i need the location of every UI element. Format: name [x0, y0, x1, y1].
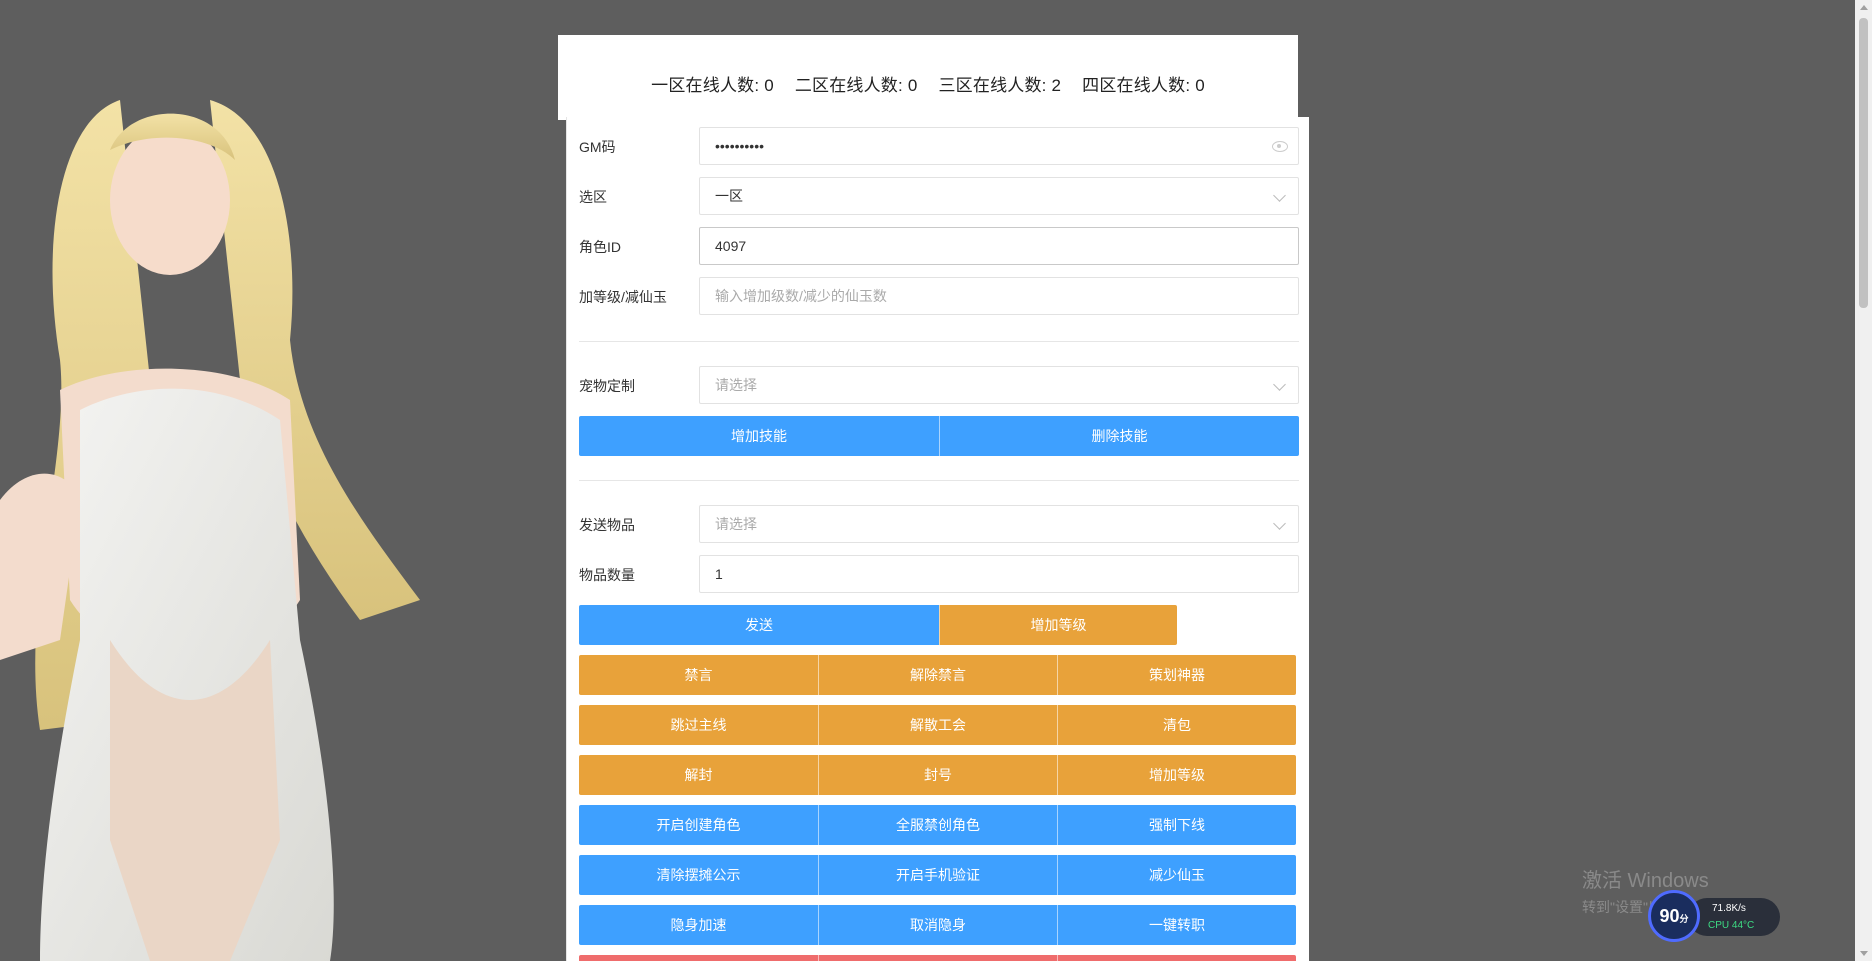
add-level-button[interactable]: 增加等级 — [939, 605, 1177, 645]
add-skill-button[interactable]: 增加技能 — [579, 416, 939, 456]
disband-guild-button[interactable]: 解散工会 — [818, 705, 1057, 745]
divider — [579, 480, 1299, 481]
zone-label: 选区 — [579, 189, 607, 205]
unmute-button[interactable]: 解除禁言 — [818, 655, 1057, 695]
enable-phone-verify-button[interactable]: 开启手机验证 — [818, 855, 1057, 895]
pet-row: 宠物定制 请选择 — [579, 366, 1301, 406]
zone3-online: 三区在线人数: 2 — [938, 76, 1062, 95]
action-button-partial[interactable] — [818, 955, 1057, 961]
cancel-stealth-button[interactable]: 取消隐身 — [818, 905, 1057, 945]
role-id-label: 角色ID — [579, 239, 621, 255]
zone-row: 选区 一区 — [579, 177, 1301, 217]
send-button-group: 发送 增加等级 — [579, 605, 1177, 645]
item-select[interactable]: 请选择 — [699, 505, 1299, 543]
scrollbar-thumb[interactable] — [1859, 18, 1868, 308]
unban-button[interactable]: 解封 — [579, 755, 818, 795]
gm-code-label: GM码 — [579, 139, 616, 155]
send-button[interactable]: 发送 — [579, 605, 939, 645]
scroll-up-arrow-icon[interactable] — [1860, 5, 1868, 10]
skill-button-group: 增加技能 删除技能 — [579, 416, 1299, 456]
action-row-6: 隐身加速 取消隐身 一键转职 — [579, 905, 1296, 945]
score-badge: 90分 — [1648, 890, 1700, 942]
add-level-button-2[interactable]: 增加等级 — [1057, 755, 1296, 795]
item-label: 发送物品 — [579, 517, 635, 533]
action-row-3: 解封 封号 增加等级 — [579, 755, 1296, 795]
network-speed: 71.8K/s — [1712, 903, 1746, 914]
level-jade-input[interactable]: 输入增加级数/减少的仙玉数 — [699, 277, 1299, 315]
chevron-down-icon — [1273, 189, 1286, 202]
item-qty-label: 物品数量 — [579, 567, 635, 583]
clear-bag-button[interactable]: 清包 — [1057, 705, 1296, 745]
stealth-speed-button[interactable]: 隐身加速 — [579, 905, 818, 945]
one-click-transfer-button[interactable]: 一键转职 — [1057, 905, 1296, 945]
level-jade-label: 加等级/减仙玉 — [579, 289, 667, 305]
action-button-partial[interactable] — [579, 955, 818, 961]
perf-stats: 71.8K/s CPU 44°C — [1688, 898, 1780, 936]
zone-select[interactable]: 一区 — [699, 177, 1299, 215]
level-jade-row: 加等级/减仙玉 输入增加级数/减少的仙玉数 — [579, 277, 1301, 317]
divider — [579, 341, 1299, 342]
chevron-down-icon — [1273, 517, 1286, 530]
action-row-2: 跳过主线 解散工会 清包 — [579, 705, 1296, 745]
character-illustration — [0, 100, 420, 961]
page-scrollbar[interactable] — [1855, 0, 1872, 961]
chevron-down-icon — [1273, 378, 1286, 391]
enable-create-role-button[interactable]: 开启创建角色 — [579, 805, 818, 845]
force-offline-button[interactable]: 强制下线 — [1057, 805, 1296, 845]
remove-skill-button[interactable]: 删除技能 — [939, 416, 1299, 456]
action-row-7-partial — [579, 955, 1296, 961]
online-stats: 一区在线人数: 0 二区在线人数: 0 三区在线人数: 2 四区在线人数: 0 — [558, 71, 1298, 96]
item-qty-input[interactable]: 1 — [699, 555, 1299, 593]
clear-stall-notice-button[interactable]: 清除摆摊公示 — [579, 855, 818, 895]
online-stats-panel: 一区在线人数: 0 二区在线人数: 0 三区在线人数: 2 四区在线人数: 0 — [558, 35, 1298, 120]
gm-code-input[interactable]: •••••••••• — [699, 127, 1299, 165]
reduce-jade-button[interactable]: 减少仙玉 — [1057, 855, 1296, 895]
mute-button[interactable]: 禁言 — [579, 655, 818, 695]
scroll-down-arrow-icon[interactable] — [1860, 951, 1868, 956]
ban-button[interactable]: 封号 — [818, 755, 1057, 795]
role-id-row: 角色ID 4097 — [579, 227, 1301, 267]
action-row-5: 清除摆摊公示 开启手机验证 减少仙玉 — [579, 855, 1296, 895]
zone2-online: 二区在线人数: 0 — [794, 76, 918, 95]
action-button-partial[interactable] — [1057, 955, 1296, 961]
item-row: 发送物品 请选择 — [579, 505, 1301, 545]
action-row-4: 开启创建角色 全服禁创角色 强制下线 — [579, 805, 1296, 845]
performance-widget[interactable]: 71.8K/s CPU 44°C 90分 — [1648, 890, 1780, 942]
cpu-temp: CPU 44°C — [1708, 920, 1755, 931]
pet-label: 宠物定制 — [579, 378, 635, 394]
action-row-1: 禁言 解除禁言 策划神器 — [579, 655, 1296, 695]
eye-icon[interactable] — [1272, 141, 1288, 152]
pet-select[interactable]: 请选择 — [699, 366, 1299, 404]
watermark-title: 激活 Windows — [1582, 870, 1709, 892]
role-id-input[interactable]: 4097 — [699, 227, 1299, 265]
zone1-online: 一区在线人数: 0 — [651, 76, 774, 95]
gm-code-row: GM码 •••••••••• — [579, 127, 1301, 167]
item-qty-row: 物品数量 1 — [579, 555, 1301, 595]
planner-artifact-button[interactable]: 策划神器 — [1057, 655, 1296, 695]
skip-mainline-button[interactable]: 跳过主线 — [579, 705, 818, 745]
gm-form-panel: GM码 •••••••••• 选区 一区 角色ID 4097 加等级/减仙玉 输… — [566, 117, 1309, 961]
server-ban-create-button[interactable]: 全服禁创角色 — [818, 805, 1057, 845]
zone4-online: 四区在线人数: 0 — [1082, 76, 1205, 95]
